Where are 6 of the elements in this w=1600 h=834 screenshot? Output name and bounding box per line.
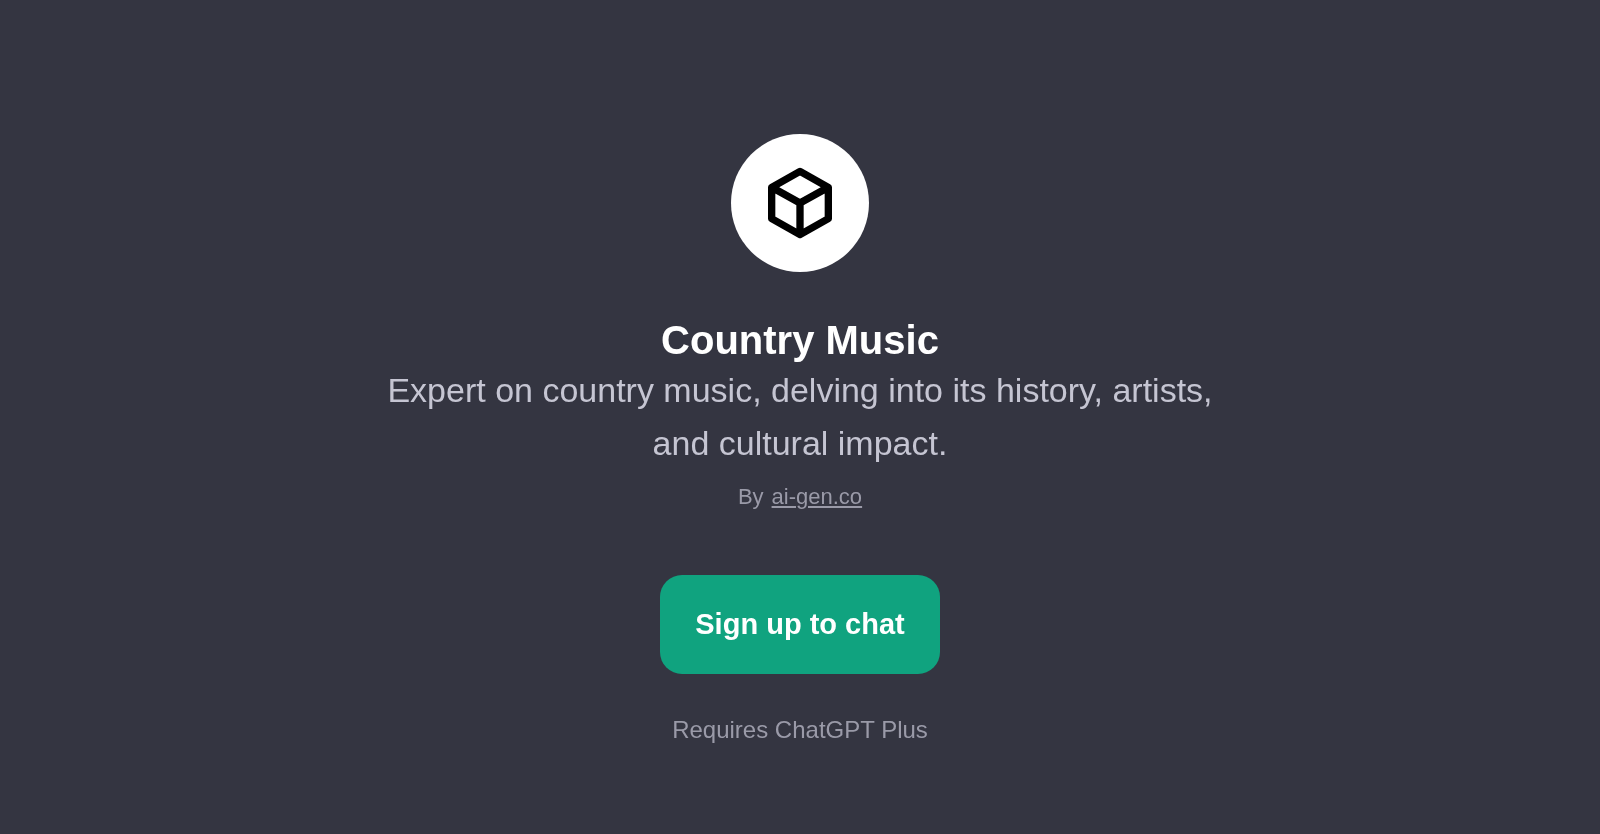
title: Country Music [661,317,939,364]
requirement-note: Requires ChatGPT Plus [672,715,928,745]
byline-label: By [737,483,764,511]
author-link[interactable]: ai-gen.co [771,480,863,513]
signup-button[interactable]: Sign up to chat [660,575,940,674]
description: Expert on country music, delving into its history, artists, and cultural impact. [386,370,1214,464]
